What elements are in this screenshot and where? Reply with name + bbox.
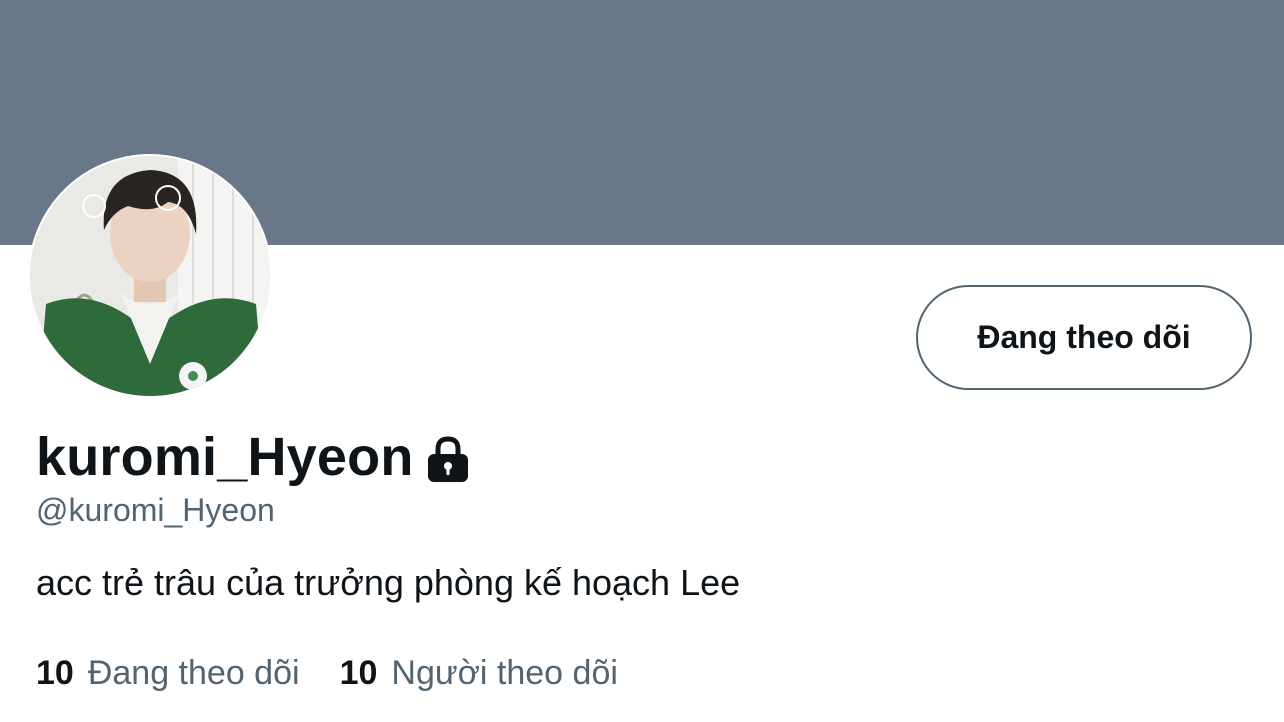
followers-count: 10 xyxy=(339,654,378,692)
following-button[interactable]: Đang theo dõi xyxy=(916,285,1252,390)
following-stat[interactable]: 10 Đang theo dõi xyxy=(36,654,300,693)
display-name: kuromi_Hyeon xyxy=(36,427,414,487)
profile-bio: acc trẻ trâu của trưởng phòng kế hoạch L… xyxy=(36,562,741,603)
following-count: 10 xyxy=(36,654,74,692)
followers-stat[interactable]: 10 Người theo dõi xyxy=(340,654,618,693)
lock-icon xyxy=(424,434,472,484)
name-row: kuromi_Hyeon xyxy=(36,422,472,492)
followers-label: Người theo dõi xyxy=(391,654,618,692)
user-handle: @kuromi_Hyeon xyxy=(36,492,275,528)
following-label: Đang theo dõi xyxy=(87,654,300,692)
avatar-image xyxy=(30,156,270,396)
profile-page: Đang theo dõi kuromi_Hyeon @kuromi_Hyeon… xyxy=(0,0,1284,722)
profile-stats: 10 Đang theo dõi 10 Người theo dõi xyxy=(36,654,658,693)
avatar[interactable] xyxy=(28,154,272,398)
